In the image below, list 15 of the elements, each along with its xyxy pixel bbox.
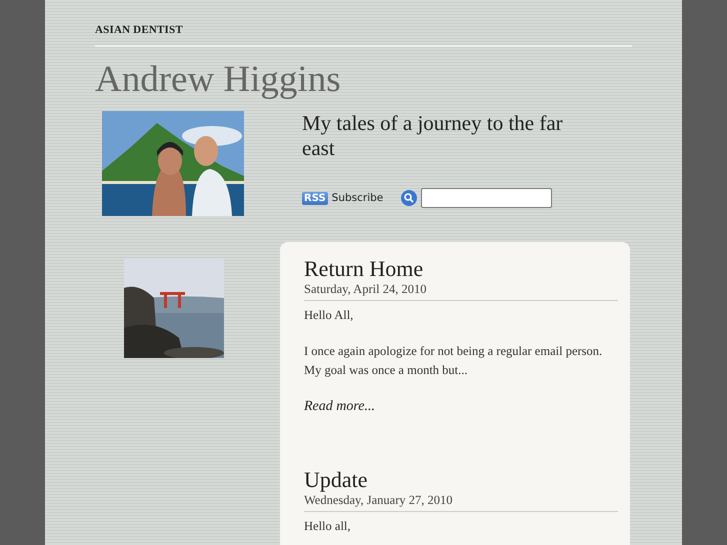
subscribe-link[interactable]: RSS Subscribe [302, 192, 384, 204]
post-text: I once again apologize for not being a regular email person. My goal was once a month but... [304, 343, 604, 379]
tagline: My tales of a journey to the far east [302, 111, 564, 161]
post-text: Hello all, [304, 518, 352, 535]
post-text: Hello All, [304, 307, 354, 324]
blog-title: Andrew Higgins [95, 59, 342, 101]
search-field[interactable] [421, 188, 552, 208]
site-label: ASIAN DENTIST [95, 24, 183, 36]
post-title[interactable]: Return Home [304, 256, 618, 282]
search-icon[interactable] [401, 190, 418, 206]
post-date: Wednesday, January 27, 2010 [304, 493, 618, 512]
post-date: Saturday, April 24, 2010 [304, 282, 618, 301]
post-title[interactable]: Update [304, 467, 618, 493]
rss-icon: RSS [302, 192, 328, 204]
read-more-link[interactable]: Read more... [304, 399, 376, 415]
